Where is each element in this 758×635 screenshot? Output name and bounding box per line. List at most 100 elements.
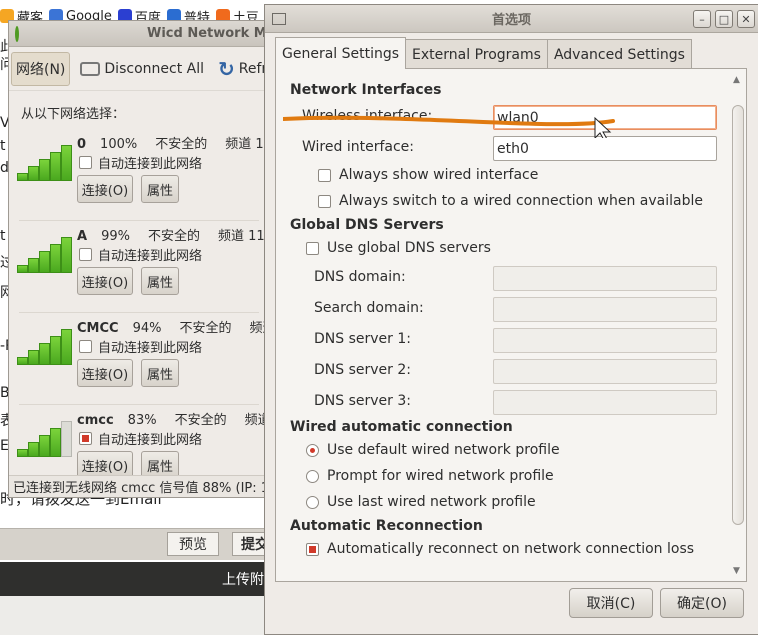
connect-button[interactable]: 连接(O) (77, 175, 133, 203)
radio-dot (306, 469, 319, 483)
upload-attachment-bar[interactable]: 上传附 (0, 562, 270, 596)
dns-domain-input[interactable] (493, 266, 717, 291)
radio-dot (306, 443, 319, 457)
signal-bar (61, 237, 72, 273)
network-header: A 99% 不安全的 频道 11 (77, 225, 267, 244)
network-name: A (77, 229, 88, 244)
close-icon[interactable]: ✕ (737, 10, 755, 28)
properties-button[interactable]: 属性 (141, 359, 179, 387)
always-switch-wired-label: Always switch to a wired connection when… (339, 193, 703, 209)
properties-button[interactable]: 属性 (141, 175, 179, 203)
dns-server-3-input[interactable] (493, 390, 717, 415)
use-global-dns-label: Use global DNS servers (327, 240, 491, 256)
wired-interface-label: Wired interface: (302, 139, 414, 155)
network-list-heading: 从以下网络选择： (21, 107, 126, 122)
wicd-titlebar[interactable]: Wicd Network Manager (9, 21, 267, 47)
prefs-title: 首选项 (491, 13, 531, 28)
prefs-titlebar[interactable]: 首选项 – □ ✕ (265, 5, 758, 33)
security-status: 不安全的 (155, 137, 208, 152)
preferences-dialog: 首选项 – □ ✕ General Settings External Prog… (264, 4, 758, 635)
signal-bar (39, 343, 50, 365)
network-header: cmcc83%不安全的频道 6 (77, 409, 267, 428)
search-domain-input[interactable] (493, 297, 717, 322)
wicd-toolbar: 网络(N) Disconnect All ↻ Refresh (9, 47, 267, 91)
security-status: 不安全的 (179, 321, 232, 336)
network-row: 0 100% 不安全的 频道 11 自动连接到此网络 连接(O) 属性 (9, 133, 268, 225)
scroll-up-icon[interactable]: ▲ (733, 75, 740, 85)
disconnect-all-button[interactable]: Disconnect All (76, 52, 208, 86)
auto-reconnect-label: Automatically reconnect on network conne… (327, 541, 695, 557)
radio-default-profile[interactable]: Use default wired network profile (306, 442, 560, 458)
connect-button[interactable]: 连接(O) (77, 359, 133, 387)
auto-connect-label: 自动连接到此网络 (98, 249, 203, 264)
signal-bar (17, 265, 28, 273)
dns-server-2-input[interactable] (493, 359, 717, 384)
disconnect-all-label: Disconnect All (104, 60, 204, 77)
signal-bar (50, 152, 61, 181)
wicd-title: Wicd Network Manager (147, 26, 267, 41)
signal-bar (61, 329, 72, 365)
network-menu-button[interactable]: 网络(N) (11, 51, 71, 86)
ok-button[interactable]: 确定(O) (660, 588, 744, 618)
wired-auto-connection-heading: Wired automatic connection (290, 419, 513, 435)
minimize-icon[interactable]: – (693, 10, 711, 28)
preview-button[interactable]: 预览 (167, 532, 219, 556)
always-switch-wired-checkbox[interactable]: Always switch to a wired connection when… (318, 193, 703, 209)
auto-connect-checkbox[interactable]: 自动连接到此网络 (79, 153, 202, 172)
dns-server-2-label: DNS server 2: (314, 362, 411, 378)
scrollbar-thumb[interactable] (732, 105, 744, 525)
scroll-down-icon[interactable]: ▼ (733, 566, 740, 576)
row-separator (19, 312, 259, 313)
page-text-fragment: t (0, 228, 6, 244)
signal-strength-icon (17, 237, 73, 273)
radio-prompt-profile[interactable]: Prompt for wired network profile (306, 468, 554, 484)
signal-bar (28, 350, 39, 365)
auto-connect-label: 自动连接到此网络 (98, 157, 203, 172)
tab-general-settings[interactable]: General Settings (275, 37, 407, 69)
dns-server-3-label: DNS server 3: (314, 393, 411, 409)
signal-bar (17, 449, 28, 457)
signal-bar (39, 435, 50, 457)
signal-bar (50, 336, 61, 365)
network-row: CMCC94%不安全的频道 6自动连接到此网络连接(O)属性 (9, 312, 267, 409)
radio-last-profile[interactable]: Use last wired network profile (306, 494, 536, 510)
row-separator (19, 404, 259, 405)
wired-interface-input[interactable]: eth0 (493, 136, 717, 161)
radio-last-profile-label: Use last wired network profile (327, 494, 536, 510)
auto-connect-label: 自动连接到此网络 (98, 433, 203, 448)
maximize-icon[interactable]: □ (715, 10, 733, 28)
upload-label: 上传附 (222, 572, 264, 588)
radio-dot (306, 495, 319, 509)
signal-percent: 83% (127, 413, 157, 428)
prefs-tabs: General Settings External Programs Advan… (275, 37, 692, 69)
signal-strength-icon (17, 421, 73, 457)
wifi-icon (15, 25, 19, 42)
general-settings-panel: Network Interfaces Wireless interface: w… (275, 68, 747, 582)
signal-bar (39, 159, 50, 181)
always-show-wired-label: Always show wired interface (339, 167, 539, 183)
tab-advanced-settings[interactable]: Advanced Settings (546, 39, 692, 69)
tab-external-programs[interactable]: External Programs (405, 39, 548, 69)
auto-connect-checkbox[interactable]: 自动连接到此网络 (79, 337, 202, 356)
connect-button[interactable]: 连接(O) (77, 267, 133, 295)
refresh-button[interactable]: ↻ Refresh (214, 52, 267, 86)
channel: 频道 11 (225, 137, 268, 152)
vertical-scrollbar[interactable]: ▲ ▼ (731, 71, 745, 579)
signal-bar (61, 421, 72, 457)
network-name: cmcc (77, 413, 114, 428)
network-name: CMCC (77, 321, 119, 336)
properties-button[interactable]: 属性 (141, 267, 179, 295)
auto-reconnect-checkbox[interactable]: Automatically reconnect on network conne… (306, 541, 694, 557)
auto-connect-checkbox[interactable]: 自动连接到此网络 (79, 429, 202, 448)
wicd-window: Wicd Network Manager 网络(N) Disconnect Al… (8, 20, 268, 498)
auto-connect-checkbox[interactable]: 自动连接到此网络 (79, 245, 202, 264)
cancel-button[interactable]: 取消(C) (569, 588, 653, 618)
always-show-wired-checkbox[interactable]: Always show wired interface (318, 167, 538, 183)
signal-strength-icon (17, 145, 73, 181)
auto-reconnection-heading: Automatic Reconnection (290, 518, 483, 534)
security-status: 不安全的 (174, 413, 227, 428)
checkbox-box (79, 248, 92, 261)
use-global-dns-checkbox[interactable]: Use global DNS servers (306, 240, 491, 256)
radio-default-profile-label: Use default wired network profile (327, 442, 560, 458)
dns-server-1-input[interactable] (493, 328, 717, 353)
